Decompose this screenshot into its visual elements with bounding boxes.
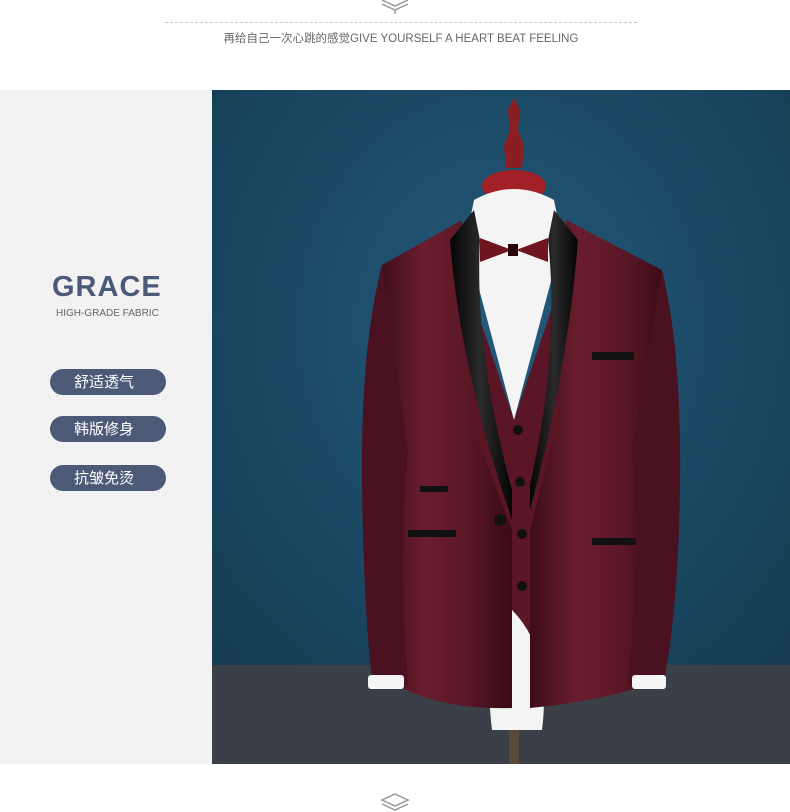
header-tagline: 再给自己一次心跳的感觉GIVE YOURSELF A HEART BEAT FE… [223, 33, 579, 45]
feature-badge-slim-fit: 韩版修身 [50, 416, 166, 442]
brand-title: GRACE [52, 271, 162, 303]
header-divider [165, 22, 637, 23]
stacked-box-icon [381, 0, 409, 14]
brand-subtitle: HIGH-GRADE FABRIC [56, 308, 159, 319]
product-photo [212, 90, 790, 764]
stacked-box-icon [380, 793, 410, 811]
feature-badge-wrinkle-free: 抗皱免烫 [50, 465, 166, 491]
suit-illustration [212, 90, 790, 764]
feature-badge-breathable: 舒适透气 [50, 369, 166, 395]
